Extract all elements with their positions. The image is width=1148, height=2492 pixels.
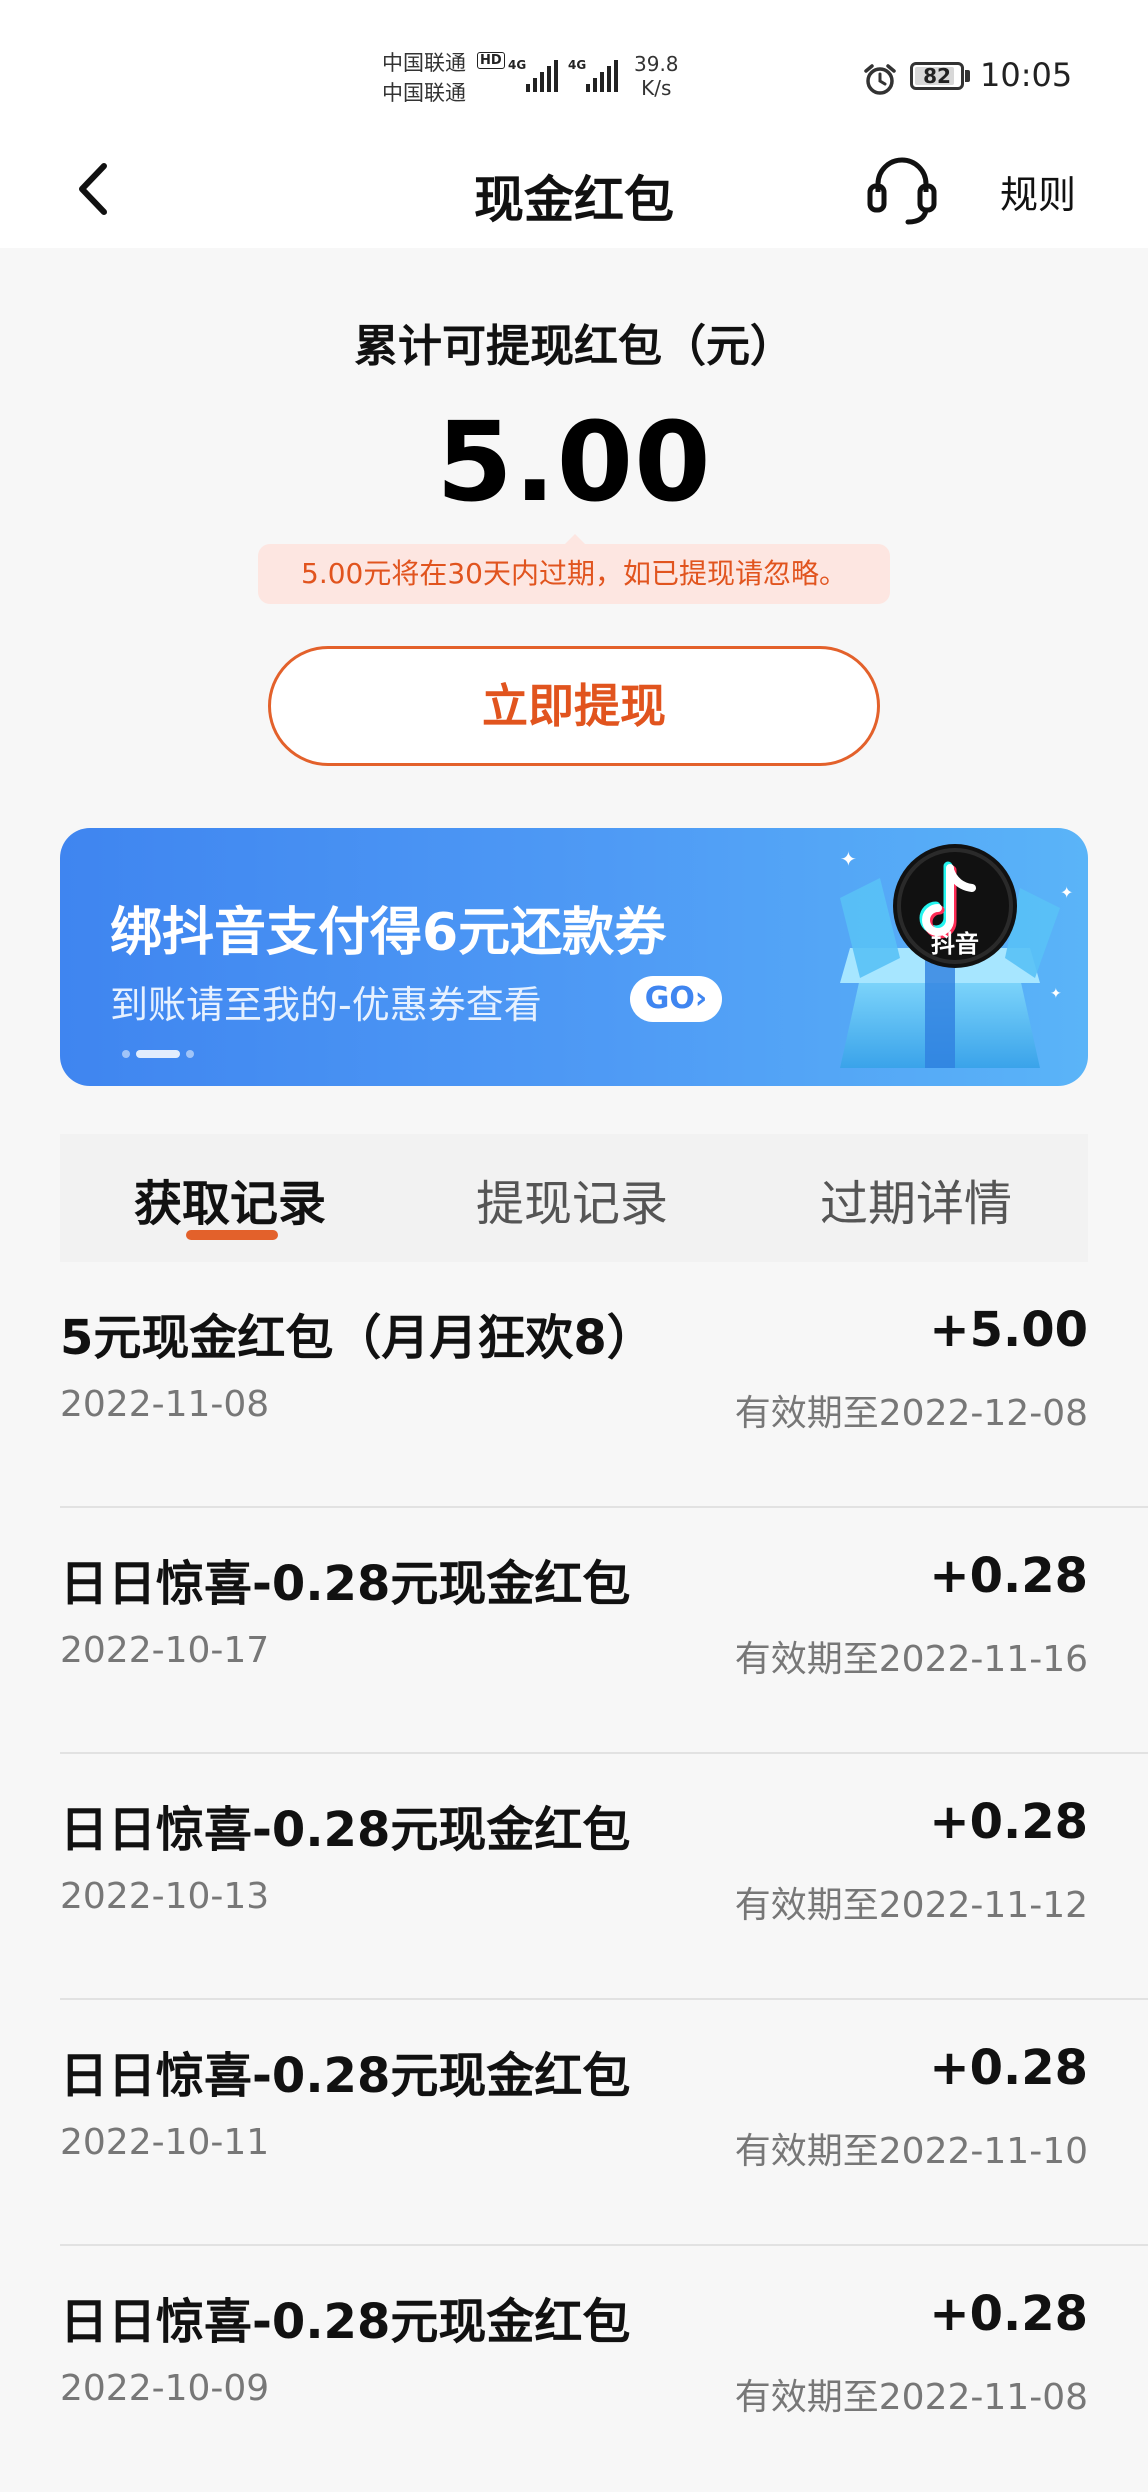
clock: 10:05 — [980, 56, 1073, 94]
customer-service-button[interactable] — [862, 152, 942, 228]
record-title: 5元现金红包（月月狂欢8） — [60, 1310, 655, 1366]
battery-cap — [965, 70, 970, 82]
record-expiry: 有效期至2022-11-16 — [734, 1639, 1088, 1680]
tab-withdraw-records[interactable]: 提现记录 — [476, 1164, 668, 1234]
record-amount: +0.28 — [929, 2286, 1088, 2342]
brand-label: 抖音 — [931, 930, 979, 958]
record-date: 2022-10-09 — [60, 2368, 270, 2409]
signal-1-label: 4G — [508, 58, 527, 72]
record-title: 日日惊喜-0.28元现金红包 — [60, 1556, 631, 1612]
list-item[interactable]: 日日惊喜-0.28元现金红包 2022-10-17 +0.28 有效期至2022… — [60, 1508, 1148, 1754]
alarm-icon — [864, 64, 896, 95]
record-expiry: 有效期至2022-12-08 — [734, 1393, 1088, 1434]
signal-1-icon — [526, 58, 558, 92]
expiry-notice-text: 5.00元将在30天内过期，如已提现请忽略。 — [258, 544, 890, 604]
carousel-indicator — [122, 1050, 194, 1058]
banner-subtitle: 到账请至我的-优惠券查看 — [110, 983, 542, 1027]
record-amount: +0.28 — [929, 1794, 1088, 1850]
active-tab-indicator — [186, 1230, 278, 1240]
carrier-names: 中国联通 中国联通 — [382, 48, 466, 108]
list-item[interactable]: 日日惊喜-0.28元现金红包 2022-10-13 +0.28 有效期至2022… — [60, 1754, 1148, 2000]
hd-badge: HD — [477, 52, 505, 69]
balance-label: 累计可提现红包（元） — [354, 321, 794, 372]
withdraw-button[interactable]: 立即提现 — [268, 646, 880, 766]
tab-expiry-details[interactable]: 过期详情 — [820, 1164, 1012, 1234]
record-tabs: 获取记录 提现记录 过期详情 — [60, 1134, 1088, 1262]
carousel-dot — [122, 1050, 130, 1058]
svg-text:✦: ✦ — [1060, 883, 1073, 902]
battery-percent: 82 — [923, 64, 951, 88]
list-item[interactable]: 日日惊喜-0.28元现金红包 2022-10-09 +0.28 有效期至2022… — [60, 2246, 1148, 2492]
record-title: 日日惊喜-0.28元现金红包 — [60, 1802, 631, 1858]
record-expiry: 有效期至2022-11-10 — [734, 2131, 1088, 2172]
banner-go-button[interactable]: GO› — [630, 976, 722, 1022]
record-expiry: 有效期至2022-11-08 — [734, 2377, 1088, 2418]
carrier-1: 中国联通 — [382, 51, 466, 75]
carousel-dot — [186, 1050, 194, 1058]
go-label: GO — [644, 981, 695, 1016]
status-bar: 中国联通 中国联通 HD 4G 4G 39.8 K/s 82 10:05 — [0, 0, 1148, 130]
record-date: 2022-11-08 — [60, 1384, 270, 1425]
banner-title: 绑抖音支付得6元还款券 — [110, 903, 667, 963]
nav-bar: 现金红包 规则 — [0, 130, 1148, 248]
gift-box-icon: 抖音 ✦ ✦ ✦ — [840, 844, 1073, 1068]
record-date: 2022-10-13 — [60, 1876, 270, 1917]
record-amount: +5.00 — [929, 1302, 1088, 1358]
battery-icon: 82 — [910, 62, 964, 90]
promo-banner[interactable]: 绑抖音支付得6元还款券 到账请至我的-优惠券查看 GO› 抖音 ✦ ✦ ✦ — [60, 828, 1088, 1086]
carousel-dot-active — [136, 1050, 180, 1058]
expiry-notice: 5.00元将在30天内过期，如已提现请忽略。 — [258, 534, 890, 604]
page-title: 现金红包 — [474, 171, 674, 229]
chevron-right-icon: › — [694, 981, 708, 1016]
record-title: 日日惊喜-0.28元现金红包 — [60, 2294, 631, 2350]
carrier-2: 中国联通 — [382, 81, 466, 105]
rules-link[interactable]: 规则 — [1000, 164, 1076, 219]
record-amount: +0.28 — [929, 2040, 1088, 2096]
record-date: 2022-10-11 — [60, 2122, 270, 2163]
svg-text:✦: ✦ — [1050, 986, 1062, 1002]
balance-amount: 5.00 — [436, 398, 712, 526]
net-speed: 39.8 K/s — [634, 52, 679, 100]
net-speed-unit: K/s — [641, 76, 672, 100]
record-amount: +0.28 — [929, 1548, 1088, 1604]
signal-2-icon — [586, 58, 618, 92]
list-item[interactable]: 日日惊喜-0.28元现金红包 2022-10-11 +0.28 有效期至2022… — [60, 2000, 1148, 2246]
list-item[interactable]: 5元现金红包（月月狂欢8） 2022-11-08 +5.00 有效期至2022-… — [60, 1262, 1148, 1508]
headset-icon — [867, 157, 937, 225]
svg-text:✦: ✦ — [840, 847, 857, 871]
record-expiry: 有效期至2022-11-12 — [734, 1885, 1088, 1926]
record-date: 2022-10-17 — [60, 1630, 270, 1671]
tab-earn-records[interactable]: 获取记录 — [134, 1164, 326, 1234]
record-title: 日日惊喜-0.28元现金红包 — [60, 2048, 631, 2104]
net-speed-value: 39.8 — [634, 52, 679, 76]
signal-2-label: 4G — [568, 58, 587, 72]
